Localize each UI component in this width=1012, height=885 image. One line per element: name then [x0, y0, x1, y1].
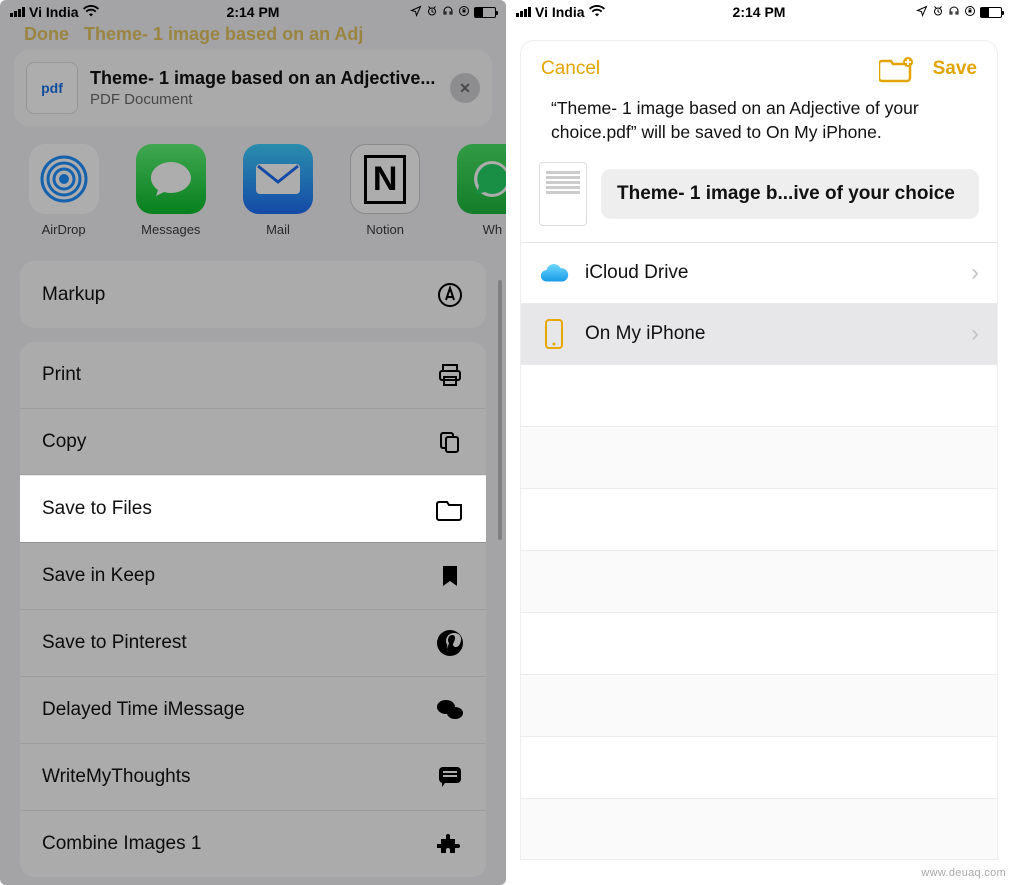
headphones-icon: [948, 5, 960, 20]
carrier-label: Vi India: [29, 4, 79, 20]
pinterest-icon: [436, 629, 464, 657]
action-markup-group: Markup: [20, 261, 486, 328]
note-icon: [436, 763, 464, 791]
files-save-sheet: Cancel Save “Theme- 1 image based on an …: [520, 40, 998, 860]
puzzle-icon: [436, 830, 464, 858]
location-on-my-iphone[interactable]: On My iPhone ›: [521, 304, 997, 365]
share-subtitle: PDF Document: [90, 91, 435, 108]
close-button[interactable]: ✕: [450, 73, 480, 103]
battery-icon: [474, 7, 496, 18]
folder-icon: [436, 495, 464, 523]
cancel-button[interactable]: Cancel: [541, 58, 600, 80]
action-combine-images[interactable]: Combine Images 1: [20, 810, 486, 877]
locations-list: iCloud Drive › On My iPhone ›: [521, 243, 997, 365]
whatsapp-icon: [457, 144, 506, 214]
app-label: AirDrop: [42, 222, 86, 237]
alarm-icon: [426, 5, 438, 20]
app-notion[interactable]: N Notion: [348, 144, 423, 237]
messages-icon: [136, 144, 206, 214]
mail-icon: [243, 144, 313, 214]
app-whatsapp[interactable]: Wh: [455, 144, 506, 237]
clock: 2:14 PM: [733, 4, 786, 20]
share-sheet-screen: Vi India 2:14 PM Done Theme- 1 image bas…: [0, 0, 506, 885]
share-title: Theme- 1 image based on an Adjective...: [90, 68, 435, 89]
watermark: www.deuaq.com: [921, 867, 1006, 879]
markup-icon: [436, 281, 464, 309]
chevron-right-icon: ›: [971, 259, 979, 287]
rotation-lock-icon: [964, 5, 976, 20]
signal-icon: [10, 7, 25, 17]
background-note: Done Theme- 1 image based on an Adj: [0, 24, 506, 50]
app-label: Messages: [141, 222, 200, 237]
action-markup[interactable]: Markup: [20, 261, 486, 328]
chevron-right-icon: ›: [971, 320, 979, 348]
empty-rows: [521, 365, 997, 860]
action-delayed-imessage[interactable]: Delayed Time iMessage: [20, 676, 486, 743]
action-writemythoughts[interactable]: WriteMyThoughts: [20, 743, 486, 810]
save-button[interactable]: Save: [933, 58, 977, 80]
new-folder-button[interactable]: [879, 55, 913, 83]
status-bar: Vi India 2:14 PM: [506, 0, 1012, 24]
document-thumbnail: [539, 162, 587, 226]
cloud-icon: [539, 260, 569, 286]
action-print[interactable]: Print: [20, 342, 486, 408]
print-icon: [436, 361, 464, 389]
action-save-in-keep[interactable]: Save in Keep: [20, 542, 486, 609]
bookmark-icon: [436, 562, 464, 590]
filename-row: Theme- 1 image b...ive of your choice: [521, 158, 997, 243]
actions-list: Print Copy Save to Files Save in Keep Sa…: [20, 342, 486, 877]
location-icon: [410, 5, 422, 20]
share-header: pdf Theme- 1 image based on an Adjective…: [14, 50, 492, 126]
action-save-to-pinterest[interactable]: Save to Pinterest: [20, 609, 486, 676]
action-save-to-files[interactable]: Save to Files: [20, 475, 486, 542]
location-icon: [916, 5, 928, 20]
airdrop-icon: [29, 144, 99, 214]
wifi-icon: [589, 4, 605, 20]
share-apps-row[interactable]: AirDrop Messages Mail N Notion Wh: [0, 126, 506, 251]
carrier-label: Vi India: [535, 4, 585, 20]
status-bar: Vi India 2:14 PM: [0, 0, 506, 24]
rotation-lock-icon: [458, 5, 470, 20]
battery-icon: [980, 7, 1002, 18]
app-airdrop[interactable]: AirDrop: [26, 144, 101, 237]
copy-icon: [436, 428, 464, 456]
wifi-icon: [83, 4, 99, 20]
chat-icon: [436, 696, 464, 724]
app-mail[interactable]: Mail: [240, 144, 315, 237]
save-to-files-screen: Vi India 2:14 PM Cancel Save “Theme- 1 i…: [506, 0, 1012, 885]
filename-input[interactable]: Theme- 1 image b...ive of your choice: [601, 169, 979, 219]
clock: 2:14 PM: [227, 4, 280, 20]
app-label: Notion: [366, 222, 404, 237]
app-messages[interactable]: Messages: [133, 144, 208, 237]
action-copy[interactable]: Copy: [20, 408, 486, 475]
app-label: Mail: [266, 222, 290, 237]
scrollbar[interactable]: [498, 280, 502, 540]
notion-icon: N: [350, 144, 420, 214]
pdf-thumbnail: pdf: [26, 62, 78, 114]
signal-icon: [516, 7, 531, 17]
save-message: “Theme- 1 image based on an Adjective of…: [521, 91, 997, 158]
alarm-icon: [932, 5, 944, 20]
app-label: Wh: [483, 222, 503, 237]
phone-icon: [539, 321, 569, 347]
location-icloud-drive[interactable]: iCloud Drive ›: [521, 243, 997, 304]
headphones-icon: [442, 5, 454, 20]
